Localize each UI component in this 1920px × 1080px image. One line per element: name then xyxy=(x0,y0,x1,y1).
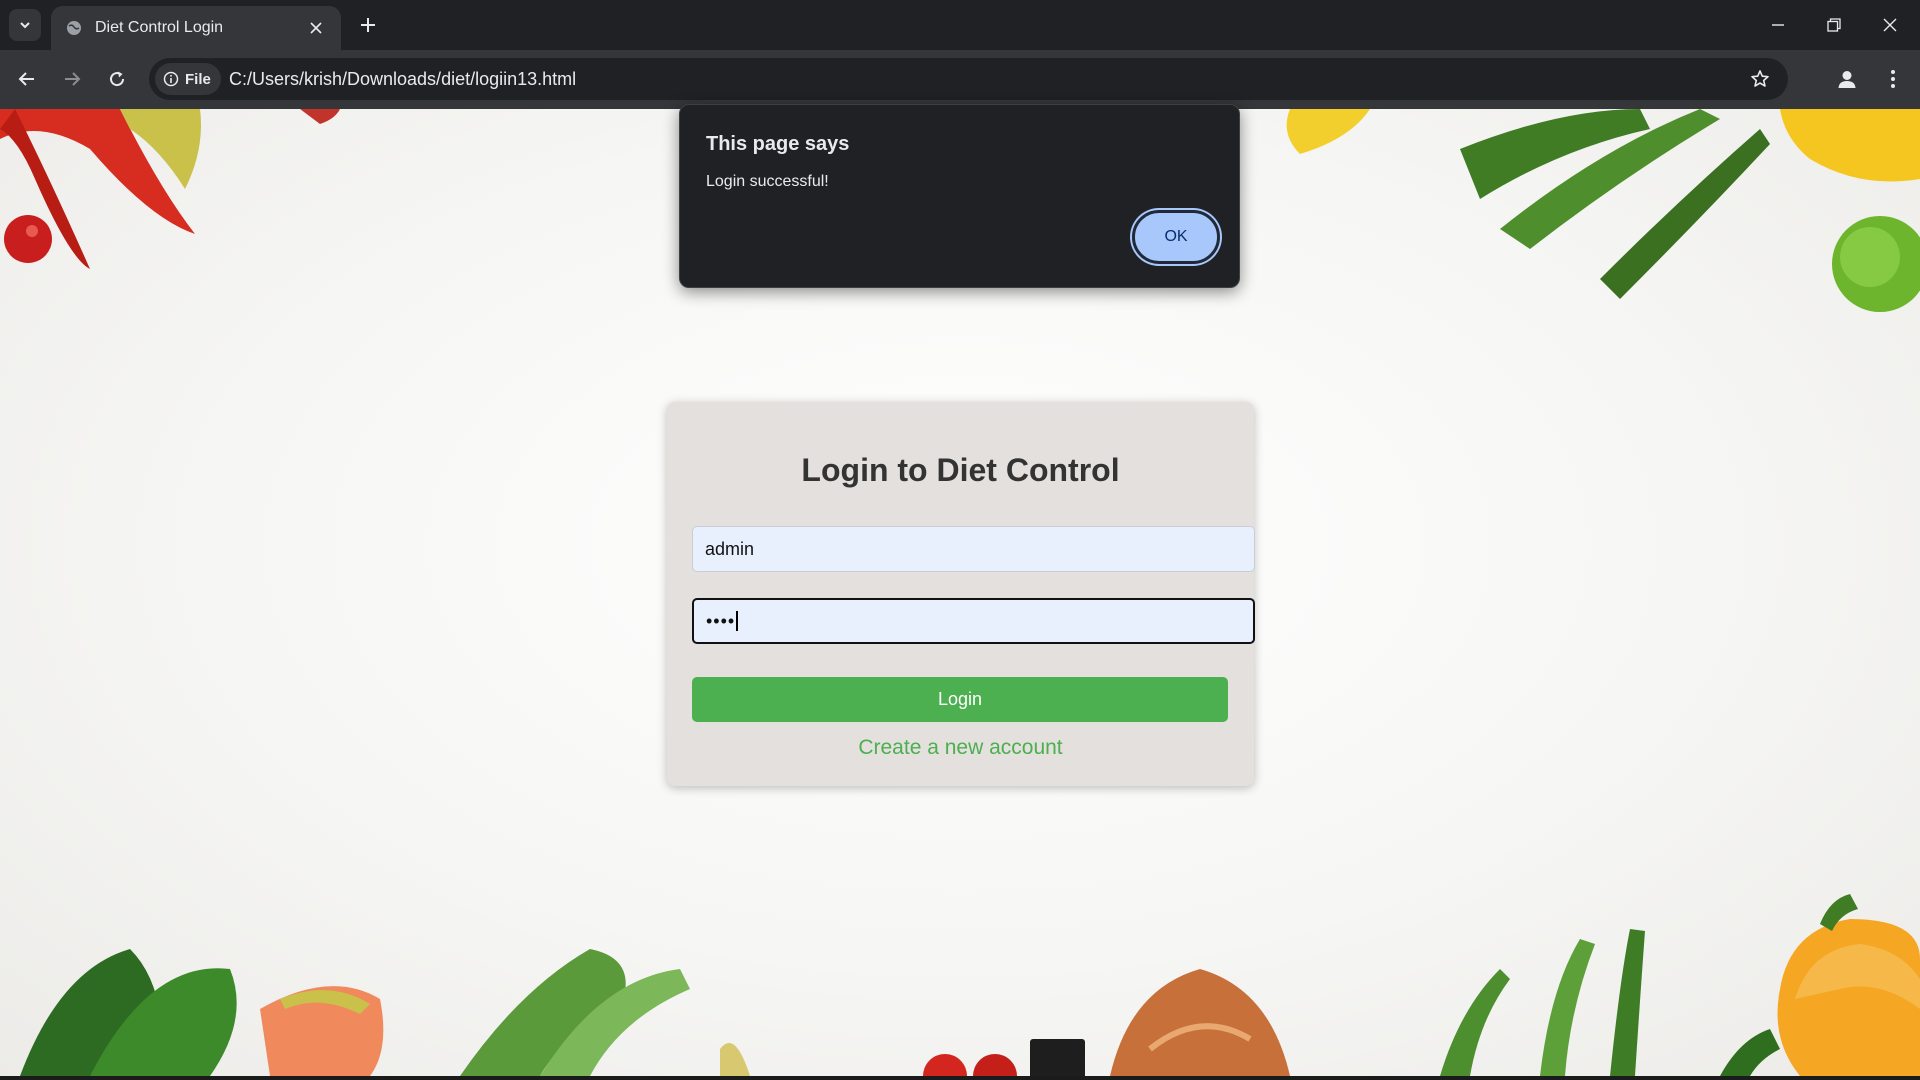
username-input[interactable]: admin xyxy=(692,526,1255,572)
address-bar[interactable]: File C:/Users/krish/Downloads/diet/logii… xyxy=(149,58,1788,100)
close-icon xyxy=(310,22,322,34)
reload-button[interactable] xyxy=(100,62,134,96)
dialog-message: Login successful! xyxy=(706,173,829,190)
close-tab-button[interactable] xyxy=(305,17,327,39)
bookmark-button[interactable] xyxy=(1744,63,1776,95)
minimize-button[interactable] xyxy=(1750,0,1806,50)
profile-button[interactable] xyxy=(1830,62,1864,96)
text-caret xyxy=(736,611,739,631)
profile-icon xyxy=(1838,71,1856,88)
dialog-title: This page says xyxy=(706,133,850,155)
info-icon xyxy=(163,71,179,87)
minimize-icon xyxy=(1772,24,1784,26)
star-icon xyxy=(1751,70,1769,87)
create-account-link[interactable]: Create a new account xyxy=(667,736,1254,760)
page-title: Login to Diet Control xyxy=(801,452,1120,488)
menu-button[interactable] xyxy=(1876,62,1910,96)
password-value: •••• xyxy=(706,610,736,631)
site-info-chip[interactable]: File xyxy=(155,63,221,95)
tab-strip: Diet Control Login xyxy=(0,0,1920,50)
login-card: Login to Diet Control admin •••• Login C… xyxy=(667,402,1255,786)
close-icon xyxy=(1883,18,1897,32)
alert-dialog: This page says Login successful! OK xyxy=(679,104,1240,288)
more-vert-icon xyxy=(1891,70,1895,88)
forward-button[interactable] xyxy=(55,62,89,96)
password-input[interactable]: •••• xyxy=(692,598,1255,644)
forward-arrow-icon xyxy=(65,72,81,86)
back-arrow-icon xyxy=(18,72,34,86)
plus-icon xyxy=(361,18,375,32)
close-window-button[interactable] xyxy=(1862,0,1918,50)
browser-toolbar: File C:/Users/krish/Downloads/diet/logii… xyxy=(0,50,1920,109)
restore-button[interactable] xyxy=(1806,0,1862,50)
globe-icon xyxy=(65,19,83,37)
username-value: admin xyxy=(705,538,755,559)
chevron-down-icon xyxy=(20,22,30,29)
new-tab-button[interactable] xyxy=(352,9,384,41)
active-tab[interactable]: Diet Control Login xyxy=(51,6,341,50)
login-button[interactable]: Login xyxy=(692,677,1228,722)
url-text[interactable]: C:/Users/krish/Downloads/diet/logiin13.h… xyxy=(229,69,576,90)
bottom-edge xyxy=(0,1076,1920,1080)
ok-button[interactable]: OK xyxy=(1132,210,1220,264)
tab-title: Diet Control Login xyxy=(95,19,224,36)
restore-icon xyxy=(1827,18,1841,32)
site-chip-label: File xyxy=(185,70,211,88)
tab-search-button[interactable] xyxy=(9,9,41,41)
back-button[interactable] xyxy=(10,62,44,96)
reload-icon xyxy=(110,71,125,87)
